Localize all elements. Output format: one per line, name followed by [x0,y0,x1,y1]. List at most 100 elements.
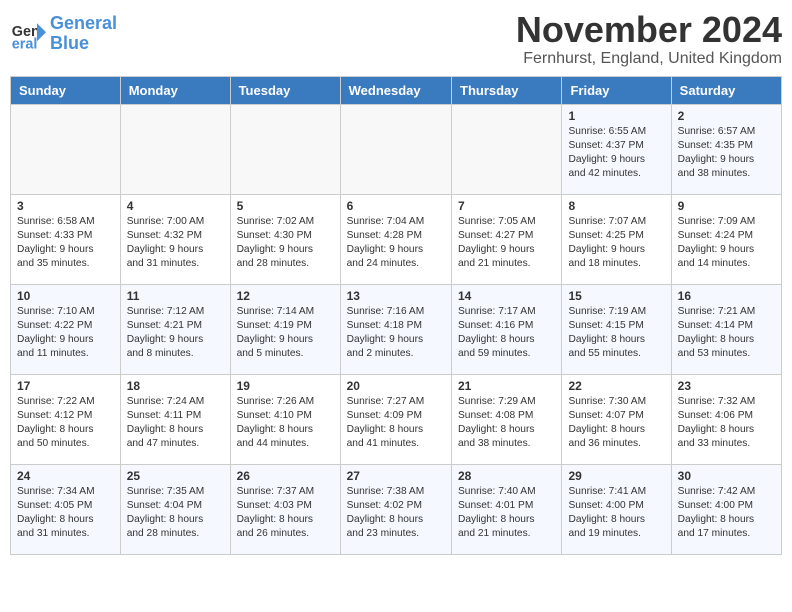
day-number: 15 [568,289,664,303]
calendar-cell: 24 Sunrise: 7:34 AM Sunset: 4:05 PM Dayli… [11,464,121,554]
day-info: Sunrise: 6:58 AM Sunset: 4:33 PM Dayligh… [17,215,114,272]
day-info: Sunrise: 7:30 AM Sunset: 4:07 PM Dayligh… [568,395,664,452]
calendar-cell: 16Sunrise: 7:21 AM Sunset: 4:14 PM Dayli… [671,284,781,374]
calendar-cell: 27 Sunrise: 7:38 AM Sunset: 4:02 PM Dayli… [340,464,451,554]
day-number: 20 [347,379,445,393]
calendar-cell: 15 Sunrise: 7:19 AM Sunset: 4:15 PM Dayli… [562,284,671,374]
day-number: 10 [17,289,114,303]
day-info: Sunrise: 7:24 AM Sunset: 4:11 PM Dayligh… [127,395,224,452]
weekday-header-tuesday: Tuesday [230,76,340,104]
day-number: 7 [458,199,555,213]
day-info: Sunrise: 7:12 AM Sunset: 4:21 PM Dayligh… [127,305,224,362]
weekday-header-monday: Monday [120,76,230,104]
day-info: Sunrise: 7:29 AM Sunset: 4:08 PM Dayligh… [458,395,555,452]
calendar-cell: 3 Sunrise: 6:58 AM Sunset: 4:33 PM Daylig… [11,194,121,284]
calendar-cell: 23Sunrise: 7:32 AM Sunset: 4:06 PM Dayli… [671,374,781,464]
day-info: Sunrise: 7:35 AM Sunset: 4:04 PM Dayligh… [127,485,224,542]
day-number: 16 [678,289,775,303]
calendar-cell [452,104,562,194]
day-number: 24 [17,469,114,483]
logo-text: General Blue [50,14,117,54]
logo-icon: Gen eral [10,16,46,52]
calendar-cell: 18 Sunrise: 7:24 AM Sunset: 4:11 PM Dayli… [120,374,230,464]
weekday-header-saturday: Saturday [671,76,781,104]
day-number: 3 [17,199,114,213]
weekday-header-friday: Friday [562,76,671,104]
calendar-cell: 14Sunrise: 7:17 AM Sunset: 4:16 PM Dayli… [452,284,562,374]
calendar-cell: 19 Sunrise: 7:26 AM Sunset: 4:10 PM Dayli… [230,374,340,464]
calendar-cell: 2 Sunrise: 6:57 AM Sunset: 4:35 PM Daylig… [671,104,781,194]
calendar-cell: 6Sunrise: 7:04 AM Sunset: 4:28 PM Daylig… [340,194,451,284]
day-info: Sunrise: 7:34 AM Sunset: 4:05 PM Dayligh… [17,485,114,542]
day-number: 22 [568,379,664,393]
calendar-week-3: 10 Sunrise: 7:10 AM Sunset: 4:22 PM Dayli… [11,284,782,374]
calendar-cell: 1Sunrise: 6:55 AM Sunset: 4:37 PM Daylig… [562,104,671,194]
day-number: 11 [127,289,224,303]
day-info: Sunrise: 7:40 AM Sunset: 4:01 PM Dayligh… [458,485,555,542]
calendar-cell: 20 Sunrise: 7:27 AM Sunset: 4:09 PM Dayli… [340,374,451,464]
day-info: Sunrise: 7:09 AM Sunset: 4:24 PM Dayligh… [678,215,775,272]
day-number: 4 [127,199,224,213]
day-number: 2 [678,109,775,123]
svg-text:eral: eral [12,36,38,52]
calendar-cell: 10 Sunrise: 7:10 AM Sunset: 4:22 PM Dayli… [11,284,121,374]
calendar-cell: 26 Sunrise: 7:37 AM Sunset: 4:03 PM Dayli… [230,464,340,554]
day-number: 9 [678,199,775,213]
day-info: Sunrise: 7:38 AM Sunset: 4:02 PM Dayligh… [347,485,445,542]
calendar-cell: 5 Sunrise: 7:02 AM Sunset: 4:30 PM Daylig… [230,194,340,284]
month-title: November 2024 [516,10,782,50]
calendar-week-5: 24 Sunrise: 7:34 AM Sunset: 4:05 PM Dayli… [11,464,782,554]
calendar-cell [230,104,340,194]
day-number: 18 [127,379,224,393]
title-block: November 2024 Fernhurst, England, United… [516,10,782,68]
day-info: Sunrise: 7:17 AM Sunset: 4:16 PM Dayligh… [458,305,555,362]
day-number: 28 [458,469,555,483]
day-number: 25 [127,469,224,483]
day-info: Sunrise: 7:10 AM Sunset: 4:22 PM Dayligh… [17,305,114,362]
day-info: Sunrise: 7:14 AM Sunset: 4:19 PM Dayligh… [237,305,334,362]
day-number: 21 [458,379,555,393]
page-header: Gen eral General Blue November 2024 Fern… [10,10,782,68]
calendar-cell: 21 Sunrise: 7:29 AM Sunset: 4:08 PM Dayli… [452,374,562,464]
calendar-cell: 12 Sunrise: 7:14 AM Sunset: 4:19 PM Dayli… [230,284,340,374]
calendar-cell [11,104,121,194]
calendar-cell [340,104,451,194]
calendar-table: SundayMondayTuesdayWednesdayThursdayFrid… [10,76,782,555]
calendar-cell: 17 Sunrise: 7:22 AM Sunset: 4:12 PM Dayli… [11,374,121,464]
location: Fernhurst, England, United Kingdom [516,50,782,68]
day-number: 27 [347,469,445,483]
calendar-cell [120,104,230,194]
day-info: Sunrise: 7:16 AM Sunset: 4:18 PM Dayligh… [347,305,445,362]
day-info: Sunrise: 7:04 AM Sunset: 4:28 PM Dayligh… [347,215,445,272]
calendar-week-1: 1Sunrise: 6:55 AM Sunset: 4:37 PM Daylig… [11,104,782,194]
day-number: 13 [347,289,445,303]
day-info: Sunrise: 7:19 AM Sunset: 4:15 PM Dayligh… [568,305,664,362]
day-number: 8 [568,199,664,213]
day-number: 19 [237,379,334,393]
calendar-cell: 8Sunrise: 7:07 AM Sunset: 4:25 PM Daylig… [562,194,671,284]
calendar-cell: 9 Sunrise: 7:09 AM Sunset: 4:24 PM Daylig… [671,194,781,284]
day-info: Sunrise: 7:02 AM Sunset: 4:30 PM Dayligh… [237,215,334,272]
calendar-cell: 11 Sunrise: 7:12 AM Sunset: 4:21 PM Dayli… [120,284,230,374]
calendar-week-4: 17 Sunrise: 7:22 AM Sunset: 4:12 PM Dayli… [11,374,782,464]
day-info: Sunrise: 7:42 AM Sunset: 4:00 PM Dayligh… [678,485,775,542]
day-info: Sunrise: 6:55 AM Sunset: 4:37 PM Dayligh… [568,125,664,182]
day-number: 12 [237,289,334,303]
logo: Gen eral General Blue [10,14,117,54]
day-info: Sunrise: 7:00 AM Sunset: 4:32 PM Dayligh… [127,215,224,272]
day-number: 5 [237,199,334,213]
calendar-cell: 30 Sunrise: 7:42 AM Sunset: 4:00 PM Dayli… [671,464,781,554]
day-number: 17 [17,379,114,393]
day-info: Sunrise: 7:41 AM Sunset: 4:00 PM Dayligh… [568,485,664,542]
day-number: 30 [678,469,775,483]
day-number: 26 [237,469,334,483]
day-info: Sunrise: 7:27 AM Sunset: 4:09 PM Dayligh… [347,395,445,452]
calendar-cell: 7Sunrise: 7:05 AM Sunset: 4:27 PM Daylig… [452,194,562,284]
day-info: Sunrise: 7:26 AM Sunset: 4:10 PM Dayligh… [237,395,334,452]
day-info: Sunrise: 7:37 AM Sunset: 4:03 PM Dayligh… [237,485,334,542]
day-info: Sunrise: 6:57 AM Sunset: 4:35 PM Dayligh… [678,125,775,182]
day-number: 29 [568,469,664,483]
calendar-cell: 13 Sunrise: 7:16 AM Sunset: 4:18 PM Dayli… [340,284,451,374]
calendar-cell: 22 Sunrise: 7:30 AM Sunset: 4:07 PM Dayli… [562,374,671,464]
day-info: Sunrise: 7:22 AM Sunset: 4:12 PM Dayligh… [17,395,114,452]
